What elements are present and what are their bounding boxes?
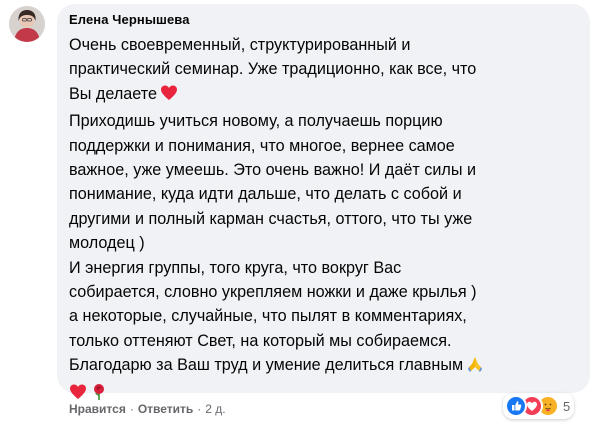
comment-author[interactable]: Елена Чернышева bbox=[69, 12, 190, 27]
comment-line: поддержки и понимания, что многое, верне… bbox=[69, 136, 455, 155]
comment-line: а некоторые, случайные, что пылят в комм… bbox=[69, 307, 467, 326]
comment-line: И энергия группы, того круга, что вокруг… bbox=[69, 258, 402, 277]
timestamp[interactable]: 2 д. bbox=[205, 402, 225, 416]
comment-line: Вы делаете bbox=[69, 82, 584, 109]
comment-line: только оттеняют Свет, на который мы соби… bbox=[69, 331, 452, 350]
comment-line: молодец ) bbox=[69, 234, 145, 253]
comment-line-text: Благодарю за Ваш труд и умение делиться … bbox=[69, 356, 464, 375]
comment-line-text: Вы делаете bbox=[69, 84, 157, 103]
reply-button[interactable]: Ответить bbox=[138, 402, 193, 416]
comment-line: другими и полный карман счастья, оттого,… bbox=[69, 209, 473, 228]
comment-line: практический семинар. Уже традиционно, к… bbox=[69, 60, 477, 79]
reactions-summary[interactable]: 5 bbox=[503, 393, 575, 419]
comment-line: собирается, словно укрепляем ножки и даж… bbox=[69, 283, 477, 302]
reaction-count: 5 bbox=[563, 398, 571, 414]
separator: · bbox=[129, 402, 134, 416]
comment-line: Очень своевременный, структурированный и bbox=[69, 36, 411, 54]
red-heart-icon bbox=[160, 84, 178, 109]
comment-line: понимание, куда идти дальше, что делать … bbox=[69, 185, 462, 204]
like-reaction-icon bbox=[505, 395, 527, 417]
comment-line: Приходишь учиться новому, а получаешь по… bbox=[69, 112, 443, 131]
comment-line: важное, уже умеешь. Это очень важно! И д… bbox=[69, 161, 477, 180]
separator: · bbox=[197, 402, 202, 416]
like-button[interactable]: Нравится bbox=[69, 402, 126, 416]
comment-text: Очень своевременный, структурированный и… bbox=[69, 33, 584, 408]
comment-actions: Нравится · Ответить · 2 д. bbox=[69, 402, 226, 416]
comment-line: Благодарю за Ваш труд и умение делиться … bbox=[69, 353, 584, 380]
avatar[interactable] bbox=[9, 6, 45, 42]
folded-hands-icon bbox=[466, 355, 484, 380]
comment-bubble: Елена Чернышева Очень своевременный, стр… bbox=[57, 4, 590, 400]
